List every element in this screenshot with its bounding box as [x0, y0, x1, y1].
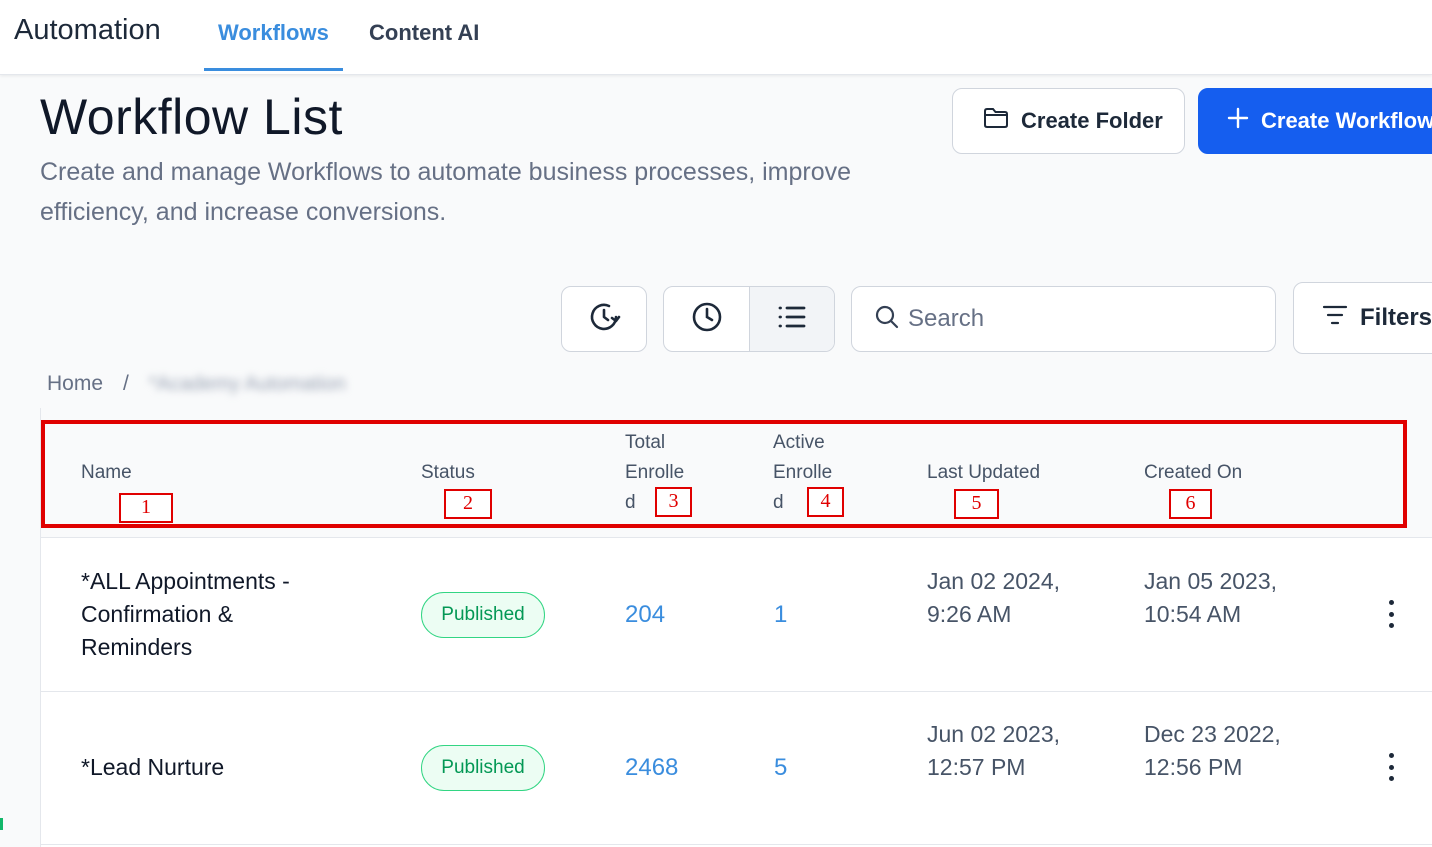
breadcrumb: Home / *Academy Automation [47, 372, 346, 396]
annotation-number: 4 [807, 487, 844, 517]
status-badge: Published [421, 745, 545, 791]
last-updated-date: Jan 02 2024, 9:26 AM [927, 568, 1061, 627]
total-enrolled-link[interactable]: 2468 [625, 751, 678, 784]
create-workflow-button[interactable]: Create Workflow [1198, 88, 1432, 154]
column-header-name[interactable]: Name [81, 458, 132, 488]
timeline-view-button[interactable] [664, 287, 749, 351]
annotation-number: 5 [954, 489, 999, 519]
create-folder-label: Create Folder [1021, 108, 1163, 133]
column-header-last-updated[interactable]: Last Updated [927, 458, 1040, 488]
row-actions-kebab-icon[interactable] [1381, 749, 1401, 785]
workflow-name[interactable]: *ALL Appointments - Confirmation & Remin… [81, 565, 341, 664]
plus-icon [1227, 107, 1249, 135]
history-clock-icon [587, 300, 621, 339]
filters-label: Filters [1360, 304, 1432, 331]
active-enrolled-link[interactable]: 1 [774, 598, 787, 631]
created-on-date: Jan 05 2023, 10:54 AM [1144, 568, 1278, 627]
column-header-status[interactable]: Status [421, 458, 475, 488]
clock-icon [690, 300, 724, 339]
history-button[interactable] [561, 286, 647, 352]
workflow-table: Name Status Total Enrolle d Active Enrol… [40, 408, 1432, 847]
create-folder-button[interactable]: Create Folder [952, 88, 1185, 154]
filters-button[interactable]: Filters [1293, 282, 1432, 354]
table-header: Name Status Total Enrolle d Active Enrol… [41, 408, 1432, 538]
top-nav: Automation Workflows Content AI [0, 0, 1432, 75]
column-header-created-on[interactable]: Created On [1144, 458, 1242, 488]
breadcrumb-current: *Academy Automation [148, 372, 346, 395]
view-toggle [663, 286, 835, 352]
list-icon [777, 304, 807, 335]
annotation-number: 1 [119, 493, 173, 523]
search-box [851, 286, 1276, 352]
table-row[interactable]: *Lead Nurture Published 2468 5 Jun 02 20… [41, 692, 1432, 845]
last-updated-date: Jun 02 2023, 12:57 PM [927, 721, 1061, 780]
breadcrumb-separator: / [123, 372, 129, 395]
list-view-button[interactable] [749, 287, 834, 351]
search-icon [874, 304, 900, 335]
workflow-name[interactable]: *Lead Nurture [81, 751, 341, 784]
active-tab-indicator [204, 68, 343, 71]
row-actions-kebab-icon[interactable] [1381, 596, 1401, 632]
page-subtitle: Create and manage Workflows to automate … [40, 158, 852, 226]
annotation-number: 3 [655, 487, 692, 517]
created-on-date: Dec 23 2022, 12:56 PM [1144, 721, 1281, 780]
search-input[interactable] [908, 305, 1268, 333]
total-enrolled-link[interactable]: 204 [625, 598, 665, 631]
active-enrolled-link[interactable]: 5 [774, 751, 787, 784]
breadcrumb-home[interactable]: Home [47, 372, 103, 396]
annotation-number: 6 [1169, 489, 1212, 519]
folder-icon [983, 107, 1009, 135]
create-workflow-label: Create Workflow [1261, 108, 1432, 133]
page-title: Workflow List [40, 89, 343, 145]
table-row[interactable]: *ALL Appointments - Confirmation & Remin… [41, 539, 1432, 692]
tab-workflows[interactable]: Workflows [218, 20, 329, 46]
status-badge: Published [421, 592, 545, 638]
tab-content-ai[interactable]: Content AI [369, 20, 479, 46]
edge-indicator [0, 818, 3, 830]
annotation-number: 2 [444, 489, 492, 519]
filter-icon [1322, 304, 1348, 333]
app-title: Automation [14, 14, 161, 46]
